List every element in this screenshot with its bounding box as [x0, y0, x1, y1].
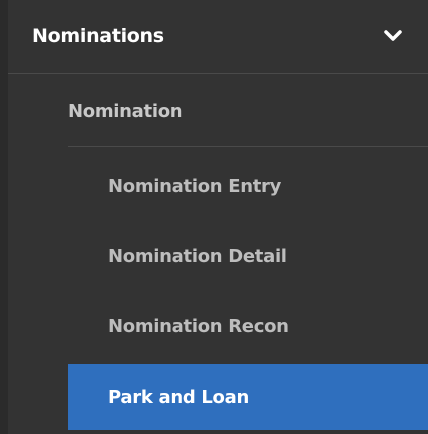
menu-item-label: Nomination Entry [108, 175, 282, 197]
menu-group-nomination[interactable]: Nomination [8, 76, 428, 146]
menu-item-nomination-recon[interactable]: Nomination Recon [68, 292, 428, 360]
menu-item-label: Nomination Recon [108, 315, 289, 337]
menu-header-nominations[interactable]: Nominations [8, 0, 428, 72]
menu-item-label: Nomination Detail [108, 245, 287, 267]
menu-item-label: Park and Loan [108, 386, 249, 408]
menu-header-label: Nominations [32, 25, 164, 47]
menu-item-nomination-detail[interactable]: Nomination Detail [68, 222, 428, 290]
navigation-menu: Nominations Nomination Nomination Entry … [0, 0, 428, 434]
menu-item-nomination-entry[interactable]: Nomination Entry [68, 152, 428, 220]
menu-item-park-and-loan[interactable]: Park and Loan [68, 364, 428, 430]
chevron-down-icon[interactable] [382, 25, 404, 47]
submenu-divider [68, 146, 428, 147]
menu-left-edge [0, 0, 8, 434]
menu-group-label: Nomination [68, 100, 183, 122]
menu-divider [8, 73, 428, 74]
